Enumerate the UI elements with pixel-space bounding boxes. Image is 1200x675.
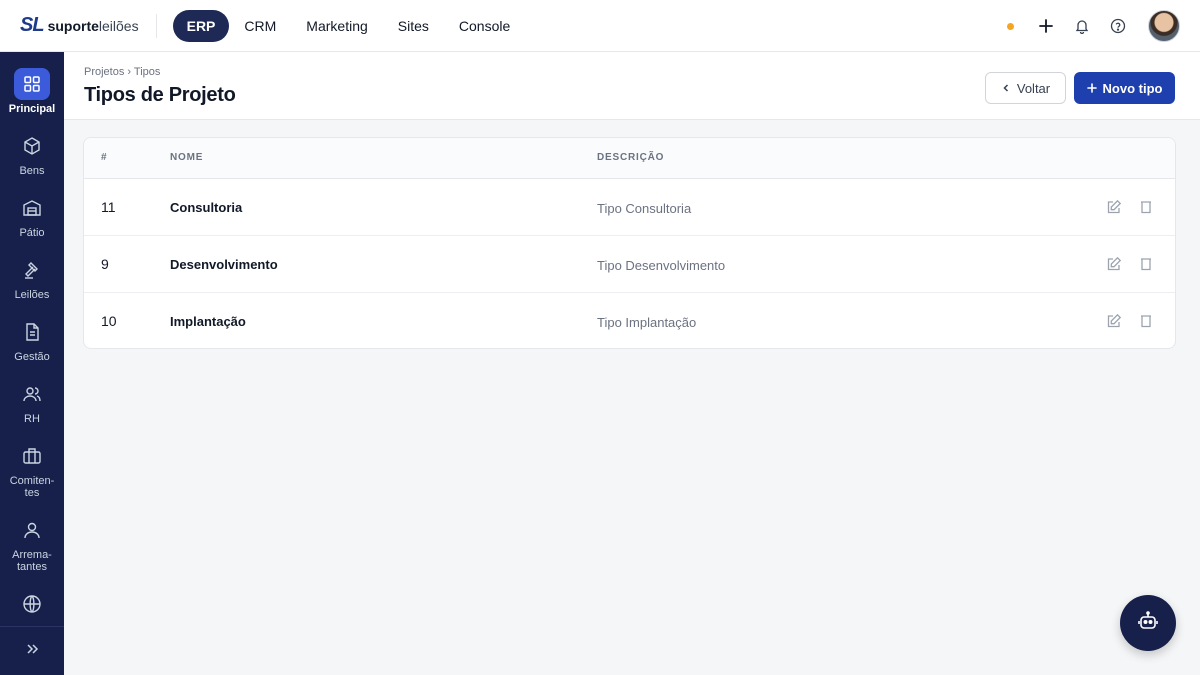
brand-word-bold: suporte — [47, 17, 99, 34]
sidebar-item-comitentes[interactable]: Comiten- tes — [0, 440, 64, 499]
top-bar: SL suporte leilões ERP CRM Marketing Site… — [0, 0, 1200, 52]
table-row[interactable]: 9 Desenvolvimento Tipo Desenvolvimento — [84, 236, 1175, 293]
warehouse-icon — [14, 192, 50, 224]
row-id: 11 — [101, 199, 116, 215]
help-icon[interactable] — [1108, 16, 1128, 36]
top-actions — [1007, 0, 1180, 52]
row-name: Desenvolvimento — [170, 257, 278, 272]
sidebar-item-label: Arrema- tantes — [12, 549, 52, 573]
row-id: 10 — [101, 313, 117, 329]
sidebar-item-label: Bens — [19, 165, 45, 177]
edit-icon[interactable] — [1106, 256, 1122, 272]
plus-icon — [1086, 81, 1097, 96]
user-icon — [14, 514, 50, 546]
new-type-button-label: Novo tipo — [1102, 80, 1163, 96]
column-header-name: NOME — [170, 152, 204, 163]
edit-icon[interactable] — [1106, 313, 1122, 329]
row-name: Implantação — [170, 314, 246, 329]
sidebar-item-arrematantes[interactable]: Arrema- tantes — [0, 514, 64, 573]
trash-icon[interactable] — [1138, 256, 1154, 272]
row-id: 9 — [101, 256, 109, 272]
sidebar-item-principal[interactable]: Principal — [0, 68, 64, 115]
sidebar-item-bens[interactable]: Bens — [0, 130, 64, 177]
users-icon — [14, 378, 50, 410]
column-header-description: DESCRIÇÃO — [597, 152, 665, 163]
types-table: # NOME DESCRIÇÃO 11 Consultoria Tipo Con… — [83, 137, 1176, 349]
gavel-icon — [14, 254, 50, 286]
briefcase-icon — [14, 440, 50, 472]
sidebar-item-label: RH — [24, 413, 40, 425]
sidebar-item-label: Pátio — [19, 227, 45, 239]
page-header: Projetos › Tipos Tipos de Projeto Voltar… — [64, 52, 1200, 120]
breadcrumb[interactable]: Projetos › Tipos — [84, 66, 160, 78]
tab-console[interactable]: Console — [444, 10, 525, 42]
avatar[interactable] — [1148, 10, 1180, 42]
brand-word-light: leilões — [98, 17, 139, 34]
column-header-id: # — [101, 152, 108, 163]
grid-icon — [14, 68, 50, 100]
back-button-label: Voltar — [1016, 80, 1051, 96]
sidebar-item-label: Comiten- tes — [9, 475, 55, 499]
sidebar-item-patio[interactable]: Pátio — [0, 192, 64, 239]
table-row[interactable]: 11 Consultoria Tipo Consultoria — [84, 179, 1175, 236]
top-nav: ERP CRM Marketing Sites Console — [172, 9, 526, 42]
cube-icon — [14, 130, 50, 162]
page-title: Tipos de Projeto — [84, 84, 236, 106]
status-dot — [1007, 22, 1014, 30]
sidebar-item-sites[interactable] — [0, 588, 64, 623]
divider — [155, 13, 157, 38]
globe-icon — [14, 588, 50, 620]
document-icon — [14, 316, 50, 348]
row-description: Tipo Consultoria — [597, 201, 692, 216]
bell-icon[interactable] — [1072, 16, 1092, 36]
table-row[interactable]: 10 Implantação Tipo Implantação — [84, 293, 1175, 348]
new-type-button[interactable]: Novo tipo — [1074, 72, 1175, 104]
brand-logo[interactable]: SL suporte leilões — [20, 14, 139, 38]
trash-icon[interactable] — [1138, 199, 1154, 215]
brand-mark: SL — [20, 14, 45, 36]
chatbot-button[interactable] — [1120, 595, 1176, 651]
tab-marketing[interactable]: Marketing — [291, 10, 382, 42]
sidebar-expand-button[interactable] — [0, 626, 64, 675]
sidebar-item-rh[interactable]: RH — [0, 378, 64, 425]
row-description: Tipo Implantação — [597, 315, 697, 330]
trash-icon[interactable] — [1138, 313, 1154, 329]
plus-icon[interactable] — [1036, 16, 1056, 36]
sidebar: Principal Bens Pátio Leilões Gestão RH C… — [0, 52, 64, 675]
row-name: Consultoria — [170, 200, 243, 215]
row-description: Tipo Desenvolvimento — [597, 258, 726, 273]
sidebar-item-label: Leilões — [14, 289, 50, 301]
sidebar-item-gestao[interactable]: Gestão — [0, 316, 64, 363]
sidebar-item-label: Gestão — [14, 351, 50, 363]
sidebar-item-leiloes[interactable]: Leilões — [0, 254, 64, 301]
edit-icon[interactable] — [1106, 199, 1122, 215]
table-header: # NOME DESCRIÇÃO — [84, 138, 1175, 179]
chevron-left-icon — [1001, 81, 1011, 96]
back-button[interactable]: Voltar — [985, 72, 1066, 104]
tab-sites[interactable]: Sites — [383, 10, 444, 42]
tab-erp[interactable]: ERP — [172, 9, 230, 42]
chevrons-right-icon — [25, 642, 39, 661]
tab-crm[interactable]: CRM — [229, 10, 291, 42]
robot-icon — [1137, 610, 1159, 637]
sidebar-item-label: Principal — [8, 103, 56, 115]
